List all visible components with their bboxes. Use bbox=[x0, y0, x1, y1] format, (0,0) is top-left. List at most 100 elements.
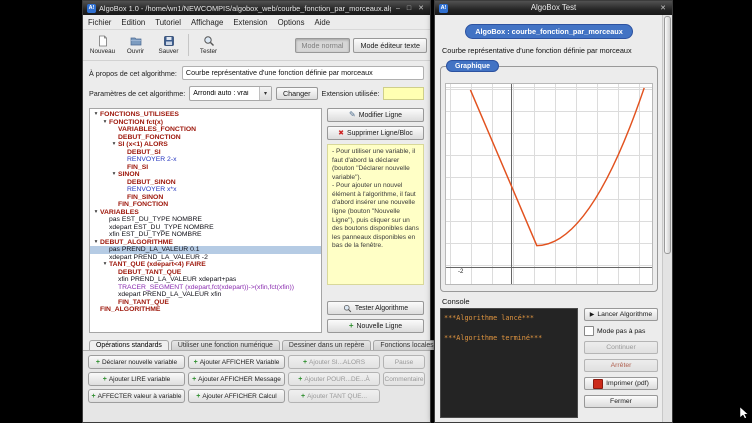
action-button-ajouter-afficher-variable[interactable]: +Ajouter AFFICHER Variable bbox=[188, 355, 285, 369]
open-file-label: Ouvrir bbox=[127, 48, 144, 55]
tree-row[interactable]: TRACER_SEGMENT (xdepart,fct(xdepart))->(… bbox=[90, 284, 321, 292]
tab-operations-standards[interactable]: Opérations standards bbox=[89, 340, 169, 350]
tree-row[interactable]: VARIABLES_FONCTION bbox=[90, 126, 321, 134]
delete-line-label: Supprimer Ligne/Bloc bbox=[347, 130, 413, 137]
tree-row[interactable]: ▾SI (x<1) ALORS bbox=[90, 141, 321, 149]
tree-row[interactable]: DEBUT_FONCTION bbox=[90, 134, 321, 142]
minimize-icon[interactable]: – bbox=[394, 5, 402, 12]
rounding-combobox[interactable]: Arrondi auto : vrai ▾ bbox=[189, 86, 272, 101]
delete-line-button[interactable]: ✖ Supprimer Ligne/Bloc bbox=[327, 126, 424, 140]
new-file-button[interactable]: Nouveau bbox=[86, 32, 119, 59]
algorithm-tree[interactable]: ▾FONCTIONS_UTILISEES▾FONCTION fct(x)VARI… bbox=[89, 108, 322, 333]
menu-aide[interactable]: Aide bbox=[309, 18, 335, 27]
tree-row[interactable]: xfin PREND_LA_VALEUR xdepart+pas bbox=[90, 276, 321, 284]
menu-fichier[interactable]: Fichier bbox=[83, 18, 116, 27]
tree-row[interactable]: pas PREND_LA_VALEUR 0.1 bbox=[90, 246, 321, 254]
test-window-titlebar[interactable]: A! AlgoBox Test ✕ bbox=[435, 1, 672, 15]
collapse-arrow-icon[interactable]: ▾ bbox=[101, 261, 109, 269]
collapse-arrow-icon[interactable]: ▾ bbox=[92, 209, 100, 217]
menu-extension[interactable]: Extension bbox=[228, 18, 272, 27]
tree-row[interactable]: DEBUT_SINON bbox=[90, 179, 321, 187]
action-button-ajouter-afficher-message[interactable]: +Ajouter AFFICHER Message bbox=[188, 372, 285, 386]
tree-row[interactable]: DEBUT_TANT_QUE bbox=[90, 269, 321, 277]
step-mode-label: Mode pas à pas bbox=[597, 328, 645, 335]
tree-row[interactable]: ▾SINON bbox=[90, 171, 321, 179]
tree-row[interactable]: DEBUT_SI bbox=[90, 149, 321, 157]
menu-tutoriel[interactable]: Tutoriel bbox=[150, 18, 186, 27]
action-button-label: Ajouter SI...ALORS bbox=[309, 359, 365, 366]
modify-line-button[interactable]: ✎ Modifier Ligne bbox=[327, 108, 424, 122]
mode-normal-button[interactable]: Mode normal bbox=[295, 38, 351, 53]
close-icon[interactable]: ✕ bbox=[416, 5, 426, 12]
menu-options[interactable]: Options bbox=[273, 18, 310, 27]
tree-row[interactable]: FIN_SI bbox=[90, 164, 321, 172]
main-window-titlebar[interactable]: A! AlgoBox 1.0 - /home/wn1/NEWCOMPIS/alg… bbox=[83, 1, 430, 15]
console-output[interactable]: ***Algorithme lancé*** ***Algorithme ter… bbox=[440, 308, 578, 418]
action-button-affecter-valeur-a-variable[interactable]: +AFFECTER valeur à variable bbox=[88, 389, 185, 403]
save-file-button[interactable]: Sauver bbox=[152, 32, 185, 59]
chevron-down-icon[interactable]: ▾ bbox=[259, 87, 271, 100]
test-algorithm-button[interactable]: Tester Algorithme bbox=[327, 301, 424, 315]
tree-row[interactable]: FIN_SINON bbox=[90, 194, 321, 202]
tree-row[interactable]: ▾TANT_QUE (xdepart<4) FAIRE bbox=[90, 261, 321, 269]
tree-row[interactable]: xdepart EST_DU_TYPE NOMBRE bbox=[90, 224, 321, 232]
plus-icon: + bbox=[103, 376, 107, 383]
tree-row[interactable]: pas EST_DU_TYPE NOMBRE bbox=[90, 216, 321, 224]
action-button-ajouter-tant-que[interactable]: +Ajouter TANT QUE... bbox=[288, 389, 380, 403]
tab-dessiner-dans-un-repere[interactable]: Dessiner dans un repère bbox=[282, 340, 371, 350]
tree-row[interactable]: xfin EST_DU_TYPE NOMBRE bbox=[90, 231, 321, 239]
tree-row[interactable]: ▾DEBUT_ALGORITHME bbox=[90, 239, 321, 247]
action-button-ajouter-si-alors[interactable]: +Ajouter SI...ALORS bbox=[288, 355, 380, 369]
action-button-commentaire[interactable]: Commentaire bbox=[383, 372, 425, 386]
algobox-main-window: A! AlgoBox 1.0 - /home/wn1/NEWCOMPIS/alg… bbox=[82, 0, 431, 423]
tree-row[interactable]: FIN_FONCTION bbox=[90, 201, 321, 209]
new-line-button[interactable]: + Nouvelle Ligne bbox=[327, 319, 424, 333]
continue-button[interactable]: Continuer bbox=[584, 341, 658, 354]
tree-row[interactable]: RENVOYER x*x bbox=[90, 186, 321, 194]
tree-row[interactable]: FIN_TANT_QUE bbox=[90, 299, 321, 307]
magnifier-icon bbox=[203, 35, 215, 47]
tab-utiliser-une-fonction-numerique[interactable]: Utiliser une fonction numérique bbox=[171, 340, 280, 350]
action-button-label: Ajouter AFFICHER Message bbox=[198, 376, 281, 383]
stop-button[interactable]: Arrêter bbox=[584, 359, 658, 372]
tree-row[interactable]: FIN_ALGORITHME bbox=[90, 306, 321, 314]
run-algorithm-button[interactable]: ▶ Lancer Algorithme bbox=[584, 308, 658, 321]
action-button-ajouter-pour-de-a[interactable]: +Ajouter POUR...DE...À bbox=[288, 372, 380, 386]
test-button[interactable]: Tester bbox=[192, 32, 225, 59]
close-test-button[interactable]: Fermer bbox=[584, 395, 658, 408]
collapse-arrow-icon[interactable]: ▾ bbox=[92, 111, 100, 119]
tree-row[interactable]: xdepart PREND_LA_VALEUR xfin bbox=[90, 291, 321, 299]
checkbox-icon[interactable] bbox=[584, 326, 594, 336]
action-button-ajouter-lire-variable[interactable]: +Ajouter LIRE variable bbox=[88, 372, 185, 386]
tab-fonctions-locales[interactable]: Fonctions locales bbox=[373, 340, 440, 350]
action-button-ajouter-afficher-calcul[interactable]: +Ajouter AFFICHER Calcul bbox=[188, 389, 285, 403]
console-row: ***Algorithme lancé*** ***Algorithme ter… bbox=[440, 308, 658, 418]
step-mode-checkbox[interactable]: Mode pas à pas bbox=[584, 326, 658, 336]
tree-row[interactable]: ▾VARIABLES bbox=[90, 209, 321, 217]
scrollbar-thumb[interactable] bbox=[664, 16, 671, 254]
menu-affichage[interactable]: Affichage bbox=[186, 18, 228, 27]
action-button-declarer-nouvelle-variable[interactable]: +Déclarer nouvelle variable bbox=[88, 355, 185, 369]
menu-edition[interactable]: Edition bbox=[116, 18, 150, 27]
collapse-arrow-icon[interactable]: ▾ bbox=[110, 171, 118, 179]
change-button[interactable]: Changer bbox=[276, 87, 318, 100]
tree-row[interactable]: xdepart PREND_LA_VALEUR -2 bbox=[90, 254, 321, 262]
about-input[interactable]: Courbe représentative d'une fonction déf… bbox=[182, 66, 424, 80]
close-icon[interactable]: ✕ bbox=[658, 5, 668, 12]
collapse-arrow-icon[interactable]: ▾ bbox=[101, 119, 109, 127]
tree-row-text: xdepart EST_DU_TYPE NOMBRE bbox=[109, 224, 214, 232]
action-button-pause[interactable]: Pause bbox=[383, 355, 425, 369]
tree-row[interactable]: ▾FONCTION fct(x) bbox=[90, 119, 321, 127]
print-pdf-button[interactable]: Imprimer (pdf) bbox=[584, 377, 658, 390]
open-file-button[interactable]: Ouvrir bbox=[119, 32, 152, 59]
vertical-scrollbar[interactable] bbox=[662, 15, 672, 422]
tree-row-text: SI (x<1) ALORS bbox=[118, 141, 168, 149]
tree-row[interactable]: ▾FONCTIONS_UTILISEES bbox=[90, 111, 321, 119]
tree-row[interactable]: RENVOYER 2-x bbox=[90, 156, 321, 164]
mode-text-editor-button[interactable]: Mode éditeur texte bbox=[353, 38, 427, 53]
modify-line-label: Modifier Ligne bbox=[359, 112, 402, 119]
extension-input[interactable] bbox=[383, 87, 424, 100]
maximize-icon[interactable]: □ bbox=[405, 5, 413, 12]
collapse-arrow-icon[interactable]: ▾ bbox=[110, 141, 118, 149]
collapse-arrow-icon[interactable]: ▾ bbox=[92, 239, 100, 247]
